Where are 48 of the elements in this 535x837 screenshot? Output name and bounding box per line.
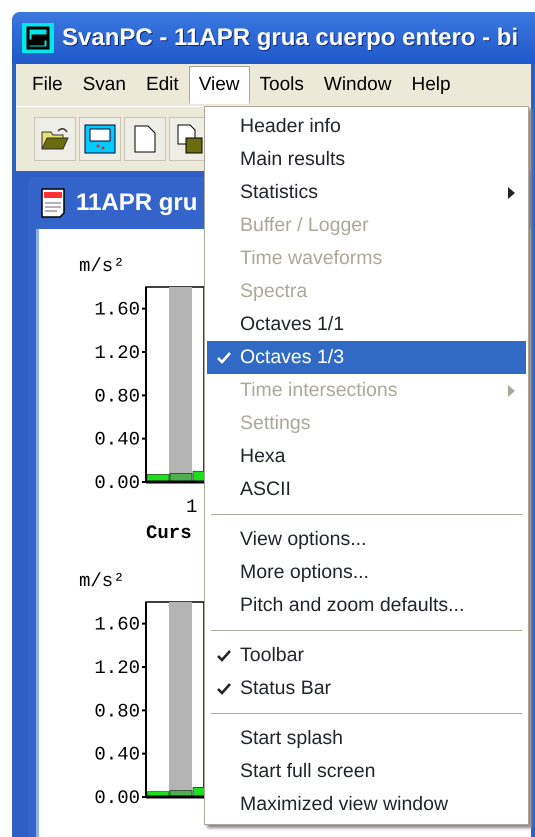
menu-item[interactable]: Window [314, 66, 402, 104]
menu-item[interactable]: Help [401, 66, 461, 104]
menu-item[interactable]: Octaves 1/1 [207, 308, 526, 341]
device-icon [84, 124, 116, 154]
tick-label: 1.60 [94, 614, 140, 636]
menu-item[interactable]: File [22, 66, 73, 104]
axis-unit: m/s² [79, 257, 125, 277]
document-icon [40, 187, 68, 219]
menu-item[interactable]: Hexa [207, 440, 526, 473]
tick-label: 0.80 [94, 700, 140, 722]
window-title: SvanPC - 11APR grua cuerpo entero - bi [62, 23, 518, 53]
menu-item[interactable]: More options... [207, 556, 526, 589]
menu-item[interactable]: ASCII [207, 473, 526, 506]
menu-item[interactable]: Start full screen [207, 755, 526, 788]
menu-item[interactable]: Status Bar [207, 672, 526, 705]
app-icon [22, 23, 54, 53]
menu-item[interactable]: View options... [207, 523, 526, 556]
menu-item[interactable]: View [188, 66, 250, 104]
new-document-icon [134, 125, 156, 153]
menu-item[interactable]: Statistics [207, 176, 526, 209]
menu-item[interactable]: Svan [72, 66, 136, 104]
menu-item[interactable]: Edit [136, 66, 189, 104]
x-axis [146, 480, 204, 484]
axis-unit: m/s² [79, 572, 125, 592]
tick-label: 0.00 [94, 472, 140, 494]
new-document-button[interactable] [124, 117, 166, 161]
tick-label: 0.80 [94, 385, 140, 408]
tick-label: 0.40 [94, 428, 140, 451]
menu-item[interactable]: Pitch and zoom defaults... [207, 589, 526, 622]
tick-label: 1.60 [94, 298, 140, 321]
x-tick-label: 1 [186, 496, 198, 518]
device-button[interactable] [79, 117, 121, 161]
menu-item[interactable]: Toolbar [207, 639, 526, 672]
menu-item[interactable]: Tools [250, 66, 314, 104]
menu-item[interactable]: Main results [207, 143, 526, 176]
tick-label: 0.40 [94, 744, 140, 766]
cursor-label: Curs [146, 522, 192, 544]
tick-label: 0.00 [94, 787, 140, 809]
document-title: 11APR gru [76, 188, 198, 218]
tick-label: 1.20 [94, 342, 140, 364]
menu-item[interactable]: Octaves 1/3 [207, 341, 526, 374]
open-folder-icon [40, 126, 70, 152]
menu-item[interactable]: Header info [207, 110, 526, 143]
menu-item[interactable]: Maximized view window [207, 788, 526, 821]
open-folder-button[interactable] [34, 117, 76, 161]
menu-item[interactable]: Start splash [207, 722, 526, 755]
x-axis [146, 796, 204, 798]
tick-label: 1.20 [94, 657, 140, 679]
